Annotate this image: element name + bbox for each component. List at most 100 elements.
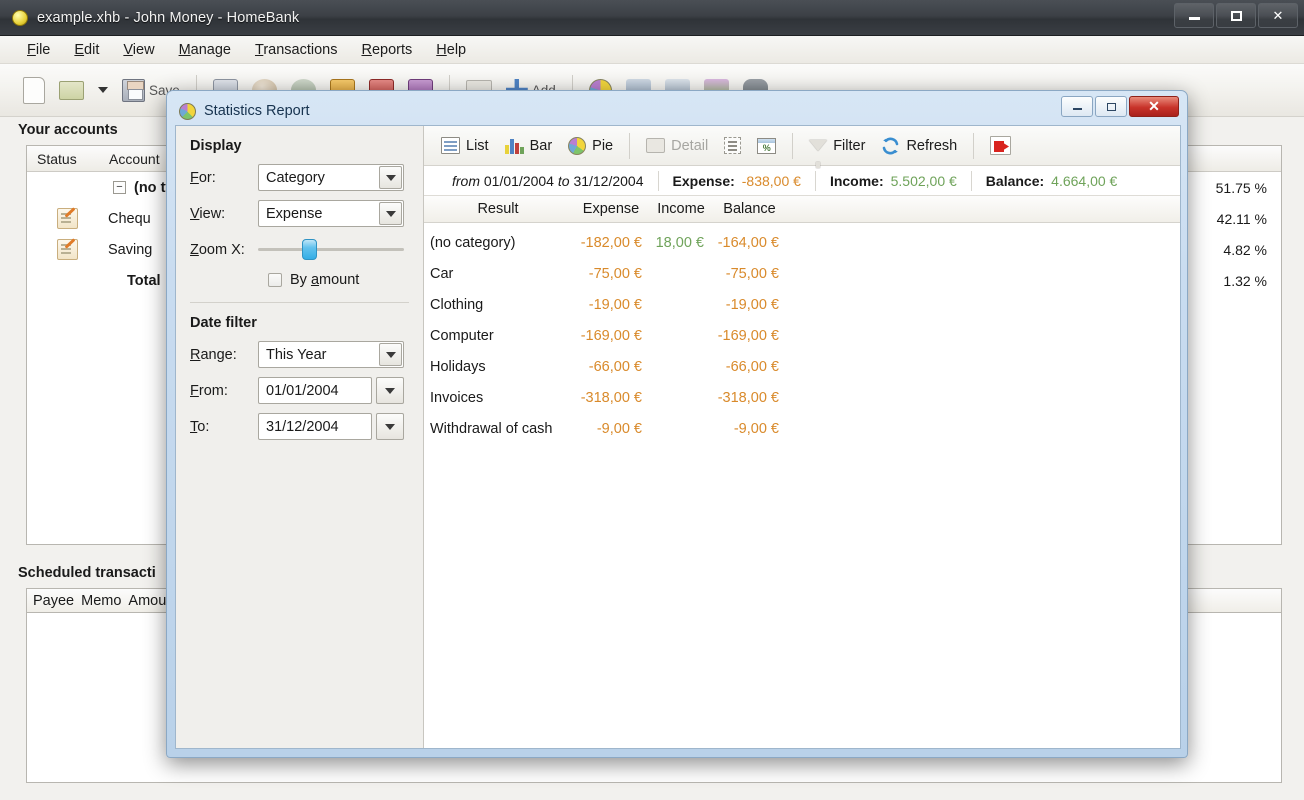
table-row[interactable]: (no category) -182,00 € 18,00 € -164,00 € [424, 227, 1180, 258]
view-select-value: Expense [266, 205, 323, 222]
chevron-down-icon [385, 174, 396, 181]
accounts-total-label: Total [127, 272, 161, 289]
chevron-down-icon [385, 210, 396, 217]
minimize-button[interactable] [1174, 3, 1214, 28]
view-select-arrow[interactable] [379, 202, 402, 225]
zoom-label: Zoom X: [190, 241, 245, 258]
new-file-button[interactable] [18, 74, 50, 107]
detail-book-icon [646, 138, 666, 153]
to-date-input[interactable]: 31/12/2004 [258, 413, 372, 440]
date-filter-group-title: Date filter [190, 315, 257, 331]
by-amount-row[interactable]: By amount [268, 272, 409, 288]
column-header-income[interactable]: Income [650, 201, 712, 217]
sidebar-divider [190, 302, 409, 303]
view-select[interactable]: Expense [258, 200, 404, 227]
dialog-maximize-button[interactable] [1095, 96, 1127, 117]
toolbar-separator [629, 132, 631, 159]
main-window-titlebar: example.xhb - John Money - HomeBank ✕ [0, 0, 1304, 36]
column-header-memo[interactable]: Memo [81, 593, 121, 609]
summary-range-from: 01/01/2004 [483, 172, 554, 189]
table-row[interactable]: Withdrawal of cash -9,00 € -9,00 € [424, 413, 1180, 444]
for-select-value: Category [266, 169, 325, 186]
cell-expense: -169,00 € [580, 327, 642, 344]
pie-chart-icon [179, 102, 196, 120]
view-bar-button[interactable]: Bar [498, 134, 560, 157]
cell-result: Holidays [430, 358, 486, 375]
report-toolbar: List Bar Pie Detail % Filter Refresh [424, 126, 1180, 168]
column-header-status[interactable]: Status [27, 151, 99, 167]
maximize-button[interactable] [1216, 3, 1256, 28]
cell-income: 18,00 € [655, 234, 704, 251]
main-window-title: example.xhb - John Money - HomeBank [37, 9, 300, 26]
by-amount-checkbox[interactable] [268, 273, 282, 287]
legend-toggle-button[interactable] [717, 134, 748, 157]
view-pie-button[interactable]: Pie [561, 134, 620, 158]
edit-note-icon[interactable] [57, 208, 78, 229]
menu-file[interactable]: FFileile [16, 39, 61, 61]
summary-separator [814, 170, 816, 191]
column-header-amount[interactable]: Amou [128, 593, 166, 609]
save-icon [122, 78, 145, 102]
filter-label: Filter [833, 137, 866, 154]
account-percent: 51.75 % [1215, 179, 1267, 196]
from-date-picker-button[interactable] [376, 377, 404, 404]
close-button[interactable]: ✕ [1258, 3, 1298, 28]
range-select-value: This Year [266, 346, 327, 363]
open-recent-dropdown[interactable] [93, 84, 113, 96]
dialog-minimize-button[interactable] [1061, 96, 1093, 117]
column-header-balance[interactable]: Balance [712, 201, 787, 217]
cell-result: Computer [430, 327, 494, 344]
for-select[interactable]: Category [258, 164, 404, 191]
from-field-row: From: 01/01/2004 [190, 377, 409, 404]
open-file-button[interactable] [54, 78, 89, 103]
edit-note-icon[interactable] [57, 239, 78, 260]
table-row[interactable]: Clothing -19,00 € -19,00 € [424, 289, 1180, 320]
zoom-slider-track [258, 248, 404, 251]
column-header-account[interactable]: Account [99, 151, 170, 167]
summary-range-to: 31/12/2004 [573, 172, 644, 189]
summary-expense-label: Expense: [672, 172, 735, 189]
summary-income-value: 5.502,00 € [890, 172, 957, 189]
dialog-content: Display For: Category View: Expense Zoom… [175, 125, 1181, 749]
table-row[interactable]: Invoices -318,00 € -318,00 € [424, 382, 1180, 413]
table-row[interactable]: Holidays -66,00 € -66,00 € [424, 351, 1180, 382]
zoom-slider[interactable] [258, 236, 404, 263]
dialog-close-button[interactable]: ✕ [1129, 96, 1179, 117]
range-select-arrow[interactable] [379, 343, 402, 366]
menu-edit[interactable]: Edit [63, 39, 110, 61]
to-date-picker-button[interactable] [376, 413, 404, 440]
table-row[interactable]: Computer -169,00 € -169,00 € [424, 320, 1180, 351]
menu-manage[interactable]: Manage [168, 39, 242, 61]
view-field-row: View: Expense [190, 200, 409, 227]
dialog-window-controls: ✕ [1061, 96, 1179, 117]
table-row[interactable]: Car -75,00 € -75,00 € [424, 258, 1180, 289]
view-list-button[interactable]: List [434, 134, 496, 157]
cell-result: Clothing [430, 296, 484, 313]
export-button[interactable] [983, 133, 1018, 158]
filter-button[interactable]: Filter [802, 135, 872, 168]
menu-reports[interactable]: Reports [350, 39, 423, 61]
view-pie-label: Pie [592, 137, 614, 154]
by-amount-label: By amount [290, 272, 360, 288]
from-date-input[interactable]: 01/01/2004 [258, 377, 372, 404]
detail-button[interactable]: Detail [639, 135, 715, 157]
dialog-title: Statistics Report [204, 103, 310, 119]
cell-balance: -9,00 € [733, 420, 779, 437]
cell-expense: -66,00 € [588, 358, 642, 375]
range-select[interactable]: This Year [258, 341, 404, 368]
column-header-payee[interactable]: Payee [33, 593, 74, 609]
menu-help[interactable]: Help [425, 39, 477, 61]
column-header-expense[interactable]: Expense [572, 201, 650, 217]
refresh-button[interactable]: Refresh [874, 134, 964, 158]
for-select-arrow[interactable] [379, 166, 402, 189]
cell-expense: -19,00 € [588, 296, 642, 313]
dialog-main-panel: List Bar Pie Detail % Filter Refresh fro… [424, 126, 1180, 748]
summary-separator [970, 170, 972, 191]
chevron-down-icon [385, 387, 395, 394]
column-header-result[interactable]: Result [424, 201, 572, 217]
expander-collapse-icon[interactable]: − [113, 181, 126, 194]
menu-view[interactable]: View [112, 39, 165, 61]
menu-transactions[interactable]: Transactions [244, 39, 348, 61]
rate-toggle-button[interactable]: % [750, 135, 783, 157]
zoom-slider-thumb[interactable] [302, 239, 317, 260]
